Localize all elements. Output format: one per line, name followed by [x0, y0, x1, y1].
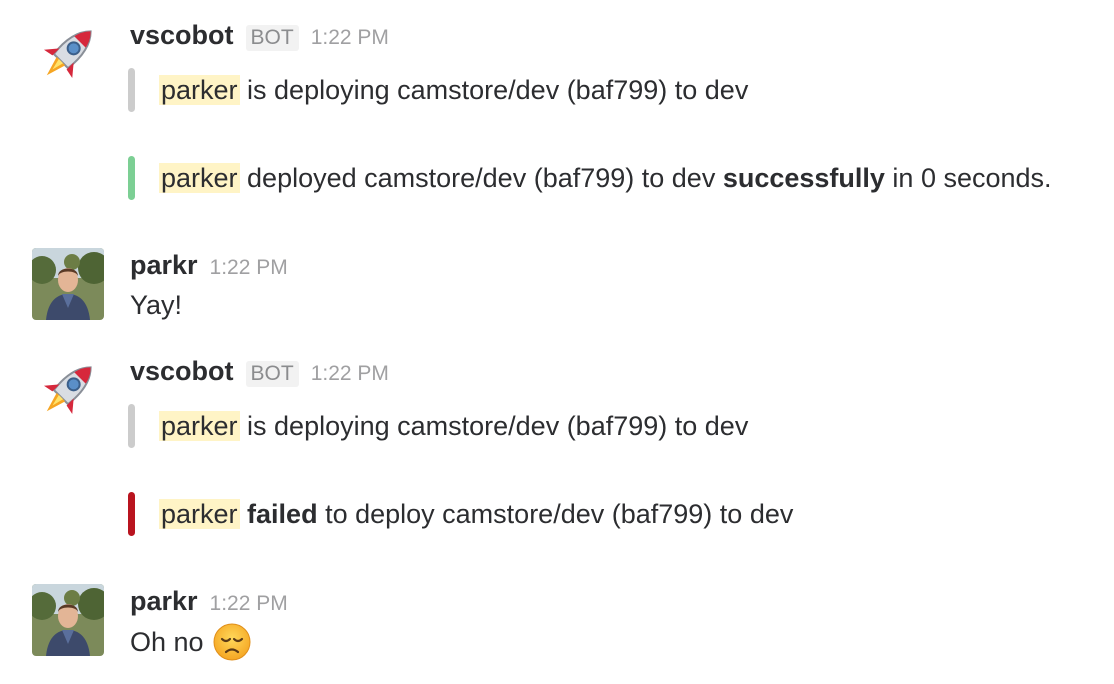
- username[interactable]: parkr: [130, 250, 198, 281]
- rocket-icon[interactable]: [32, 354, 104, 426]
- attachment-text: parker failed to deploy camstore/dev (ba…: [159, 498, 794, 530]
- user-mention[interactable]: parker: [159, 410, 240, 441]
- attachment-body-end: in 0 seconds.: [884, 162, 1052, 193]
- user-mention[interactable]: parker: [159, 162, 240, 193]
- attachment-body: is deploying camstore/dev (baf799) to de…: [239, 74, 749, 105]
- bot-badge: BOT: [245, 25, 299, 51]
- attachment-body: [240, 499, 248, 529]
- attachment-color-bar: [128, 404, 135, 448]
- attachment-status-word: successfully: [722, 162, 885, 193]
- disappointed-face-emoji[interactable]: [212, 622, 252, 662]
- attachment-color-bar: [128, 68, 135, 112]
- user-mention[interactable]: parker: [159, 498, 240, 529]
- username[interactable]: parkr: [130, 586, 198, 617]
- attachment-body: is deploying camstore/dev (baf799) to de…: [239, 410, 749, 441]
- attachment-text: parker deployed camstore/dev (baf799) to…: [159, 162, 1052, 194]
- attachment-body: deployed camstore/dev (baf799) to dev: [239, 162, 723, 193]
- user-mention[interactable]: parker: [159, 74, 240, 105]
- message-parkr-2: parkr 1:22 PM Oh no: [0, 584, 1114, 668]
- attachment-body-end: to deploy camstore/dev (baf799) to dev: [317, 498, 794, 529]
- attachment-status-word: failed: [247, 498, 318, 529]
- timestamp[interactable]: 1:22 PM: [210, 256, 288, 280]
- message-text: Yay!: [130, 290, 183, 320]
- timestamp[interactable]: 1:22 PM: [210, 592, 288, 616]
- username[interactable]: vscobot: [130, 20, 234, 51]
- attachment-deploy-pending: parker is deploying camstore/dev (baf799…: [128, 404, 748, 448]
- message-vscobot-2: vscobot BOT 1:22 PM parker is deploying …: [0, 354, 1114, 554]
- message-header: vscobot BOT 1:22 PM: [130, 20, 389, 54]
- rocket-icon[interactable]: [32, 18, 104, 90]
- message-header: parkr 1:22 PM: [130, 250, 288, 284]
- attachment-deploy-failure: parker failed to deploy camstore/dev (ba…: [128, 492, 793, 536]
- attachment-color-bar: [128, 156, 135, 200]
- attachment-deploy-success: parker deployed camstore/dev (baf799) to…: [128, 156, 1052, 200]
- message-header: vscobot BOT 1:22 PM: [130, 356, 389, 390]
- attachment-text: parker is deploying camstore/dev (baf799…: [159, 74, 749, 106]
- attachment-color-bar: [128, 492, 135, 536]
- username[interactable]: vscobot: [130, 356, 234, 387]
- message-header: parkr 1:22 PM: [130, 586, 288, 620]
- user-photo-avatar[interactable]: [32, 584, 104, 656]
- attachment-deploy-pending: parker is deploying camstore/dev (baf799…: [128, 68, 748, 112]
- message-text: Oh no: [130, 626, 204, 657]
- message-vscobot-1: vscobot BOT 1:22 PM parker is deploying …: [0, 18, 1114, 218]
- attachment-text: parker is deploying camstore/dev (baf799…: [159, 410, 749, 442]
- timestamp[interactable]: 1:22 PM: [311, 26, 389, 50]
- message-parkr-1: parkr 1:22 PM Yay!: [0, 248, 1114, 328]
- timestamp[interactable]: 1:22 PM: [311, 362, 389, 386]
- user-photo-avatar[interactable]: [32, 248, 104, 320]
- bot-badge: BOT: [245, 361, 299, 387]
- message-text-row: Oh no: [130, 622, 252, 662]
